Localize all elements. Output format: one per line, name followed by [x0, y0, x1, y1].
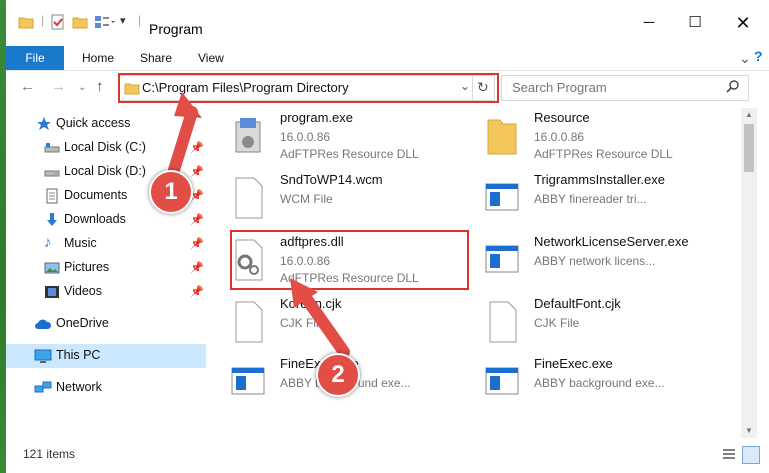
annotation-arrows [168, 92, 350, 358]
explorer-window: | ▾ | Program ─ ☐ ✕ File Home Share View… [6, 0, 769, 473]
step-badge-2: 2 [316, 353, 360, 397]
step-badge-1: 1 [149, 170, 193, 214]
